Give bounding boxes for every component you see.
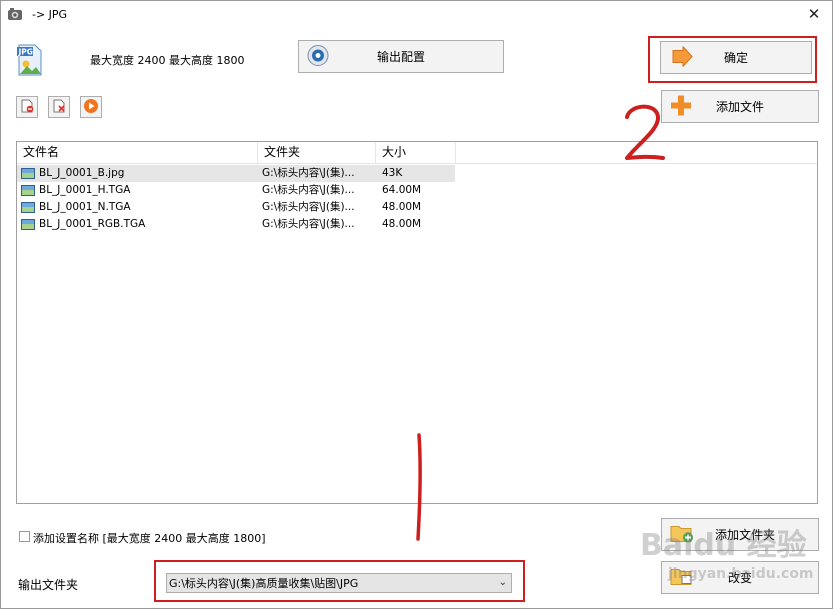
table-row[interactable]: BL_J_0001_H.TGA G:\标头内容\J(集)... 64.00M [17,182,455,199]
file-name: BL_J_0001_RGB.TGA [39,218,146,230]
add-setting-name-checkbox[interactable] [19,531,30,542]
annotation-number-2 [620,102,668,167]
file-size: 64.00M [382,184,422,196]
size-limits-text: 最大宽度 2400 最大高度 1800 [90,54,245,67]
file-folder: G:\标头内容\J(集)... [262,218,355,230]
annotation-box-output [154,560,525,602]
jpg-file-icon: JPG [17,44,43,76]
header-divider [17,163,817,164]
add-file-button[interactable]: 添加文件 [661,90,819,123]
file-size: 48.00M [382,218,422,230]
column-header-name[interactable]: 文件名 [17,142,258,163]
image-file-icon [21,185,35,196]
output-folder-label: 输出文件夹 [18,578,79,592]
play-icon [83,98,99,117]
app-icon [7,7,23,21]
clear-list-button[interactable] [48,96,70,118]
file-folder: G:\标头内容\J(集)... [262,167,355,179]
add-file-label: 添加文件 [715,100,764,114]
remove-file-icon [20,99,34,116]
table-row[interactable]: BL_J_0001_N.TGA G:\标头内容\J(集)... 48.00M [17,199,455,216]
watermark-url: jingyan.baidu.com [668,566,814,582]
title-bar [1,1,832,29]
play-button[interactable] [80,96,102,118]
file-size: 43K [382,167,403,179]
table-row[interactable]: BL_J_0001_B.jpg G:\标头内容\J(集)... 43K [17,165,455,182]
file-size: 48.00M [382,201,422,213]
file-name: BL_J_0001_B.jpg [39,167,125,179]
plus-icon [670,94,692,119]
delete-file-icon [52,99,66,116]
output-config-label: 输出配置 [376,50,425,64]
column-header-size[interactable]: 大小 [376,142,456,163]
file-name: BL_J_0001_N.TGA [39,201,131,213]
file-name: BL_J_0001_H.TGA [39,184,131,196]
column-header-folder[interactable]: 文件夹 [258,142,376,163]
image-file-icon [21,219,35,230]
annotation-box-ok [648,36,817,83]
add-setting-name-label: 添加设置名称 [最大宽度 2400 最大高度 1800] [33,532,266,545]
watermark-logo: Baidu 经验 [640,528,807,563]
table-row[interactable]: BL_J_0001_RGB.TGA G:\标头内容\J(集)... 48.00M [17,216,455,233]
annotation-number-1 [405,433,435,546]
image-file-icon [21,168,35,179]
remove-item-button[interactable] [16,96,38,118]
svg-text:JPG: JPG [18,48,33,57]
gear-icon [307,44,329,69]
close-icon[interactable]: ✕ [806,6,822,22]
window-title: -> JPG [32,8,68,21]
image-file-icon [21,202,35,213]
file-folder: G:\标头内容\J(集)... [262,201,355,213]
file-folder: G:\标头内容\J(集)... [262,184,355,196]
output-config-button[interactable]: 输出配置 [298,40,504,73]
